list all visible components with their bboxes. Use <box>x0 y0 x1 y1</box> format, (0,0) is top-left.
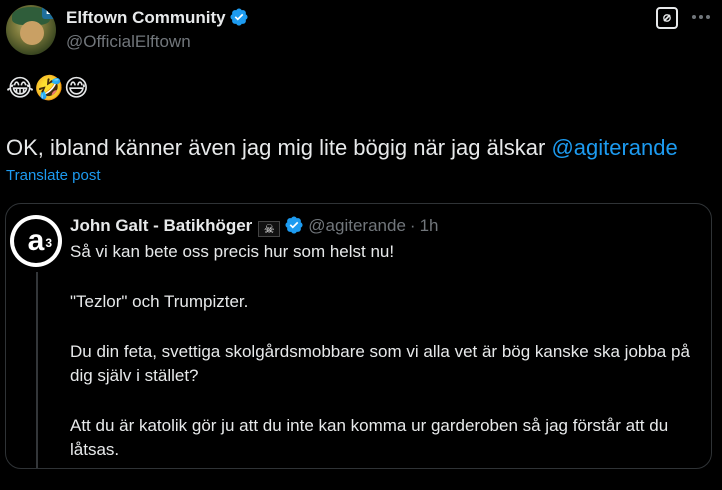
quoted-post-header: John Galt - Batikhöger ☠ @agiterande · 1h <box>70 215 439 237</box>
post-text-body: OK, ibland känner även jag mig lite bögi… <box>6 135 552 160</box>
quoted-avatar-sup: 3 <box>45 236 52 250</box>
post-text: OK, ibland känner även jag mig lite bögi… <box>6 134 678 162</box>
quoted-author-handle[interactable]: @agiterande <box>308 216 406 235</box>
quoted-post-time[interactable]: 1h <box>420 216 439 235</box>
more-dot <box>706 15 710 19</box>
quoted-line: "Tezlor" och Trumpizter. <box>70 292 249 311</box>
more-dot <box>692 15 696 19</box>
quoted-line: Du din feta, svettiga skolgårdsmobbare s… <box>70 342 690 385</box>
separator-dot: · <box>409 216 416 235</box>
author-avatar[interactable]: L <box>6 5 56 55</box>
quoted-author-avatar[interactable]: a3 <box>10 215 62 267</box>
quoted-avatar-letter: a <box>27 224 45 257</box>
avatar-face <box>20 21 44 45</box>
author-name-text[interactable]: Elftown Community <box>66 8 226 27</box>
more-dot <box>699 15 703 19</box>
author-handle[interactable]: @OfficialElftown <box>66 32 191 52</box>
grok-icon[interactable] <box>656 7 678 29</box>
quoted-author-name[interactable]: John Galt - Batikhöger <box>70 216 252 235</box>
quoted-post-card[interactable]: a3 John Galt - Batikhöger ☠ @agiterande · 1h… <box>5 203 712 469</box>
verified-badge-icon[interactable] <box>229 7 249 27</box>
translate-post-link[interactable]: Translate post <box>6 167 101 184</box>
post-emojis: 😂🤣😅 <box>6 75 89 102</box>
mention-link[interactable]: @agiterande <box>551 135 677 160</box>
avatar-badge: L <box>42 5 56 19</box>
quoted-post-body: Så vi kan bete oss precis hur som helst … <box>70 240 700 468</box>
grok-glyph <box>663 14 671 22</box>
quoted-line: Så vi kan bete oss precis hur som helst … <box>70 242 395 261</box>
author-display-name[interactable]: Elftown Community <box>66 7 249 28</box>
more-options-icon[interactable] <box>688 6 714 28</box>
quoted-line: Att du är katolik gör ju att du inte kan… <box>70 416 669 459</box>
quoted-avatar-logo: a3 <box>14 219 58 263</box>
pirate-flag-icon: ☠ <box>258 221 281 237</box>
quoted-verified-badge-icon[interactable] <box>284 215 304 235</box>
thread-line <box>36 272 38 468</box>
